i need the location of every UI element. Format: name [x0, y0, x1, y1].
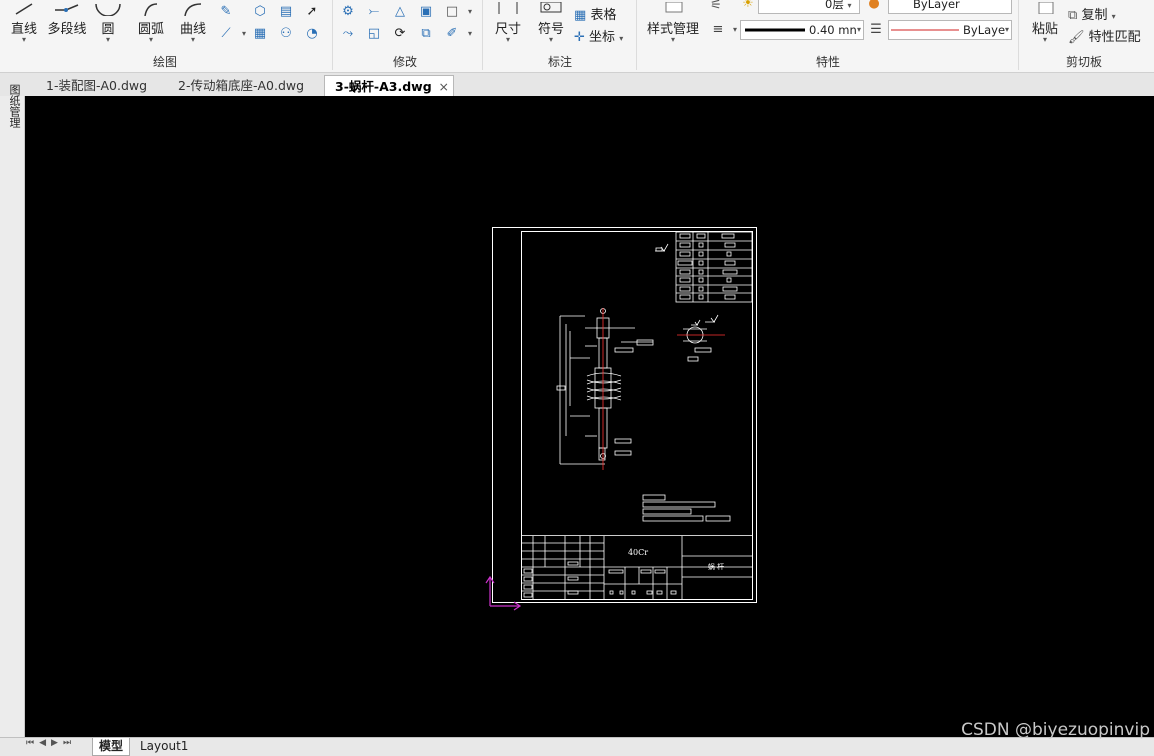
group-divider: [482, 0, 483, 70]
group-divider: [636, 0, 637, 70]
circle-icon: [95, 3, 121, 16]
symbol-button[interactable]: 符号 ▾: [534, 2, 568, 44]
dimension-icon: [498, 2, 518, 14]
move-icon[interactable]: ⚙: [340, 4, 356, 20]
draw-group-label: 绘图: [152, 55, 177, 69]
lightbulb-icon[interactable]: ☀: [740, 0, 756, 12]
style-manager-button[interactable]: 样式管理 ▾: [642, 2, 704, 44]
trim-icon[interactable]: ⤚: [366, 4, 382, 20]
chevron-down-icon: ▾: [1111, 12, 1116, 21]
style-manager-icon: [665, 2, 683, 13]
color-wheel-icon[interactable]: ●: [866, 0, 882, 12]
polyline-icon: [55, 4, 79, 12]
scale-icon[interactable]: ◱: [366, 26, 382, 42]
array-icon[interactable]: ▣: [418, 4, 434, 20]
chevron-down-icon: ▾: [856, 25, 861, 34]
mirror-icon[interactable]: △: [392, 4, 408, 20]
group-divider: [1018, 0, 1019, 70]
tab-base[interactable]: 2-传动箱底座-A0.dwg: [168, 75, 314, 96]
line-icon: [15, 3, 33, 15]
chevron-down-icon: ▾: [847, 1, 852, 10]
lineweight-sample-icon: [745, 28, 805, 32]
ucs-icon: [485, 575, 522, 611]
dimension-button[interactable]: 尺寸 ▾: [492, 2, 524, 44]
polyline-button[interactable]: 多段线: [44, 2, 90, 37]
tab-model[interactable]: 模型: [92, 738, 131, 756]
rectangle-icon[interactable]: □: [444, 4, 460, 20]
worm-shaft-view: [556, 308, 654, 465]
construction-line-icon[interactable]: ⟋: [218, 26, 234, 42]
tab-worm[interactable]: 3-蜗杆-A3.dwg ×: [324, 75, 454, 97]
material-text: 40Cr: [628, 548, 648, 557]
drawing-frame: [521, 231, 753, 600]
layer-dropdown[interactable]: 0层 ▾: [758, 0, 860, 14]
sheet-border: [492, 227, 757, 603]
chevron-down-icon: ▾: [105, 35, 110, 44]
edit-icon[interactable]: ✐: [444, 26, 460, 42]
watermark: CSDN @biyezuopinvip: [961, 720, 1150, 740]
tab-assembly[interactable]: 1-装配图-A0.dwg: [36, 75, 157, 96]
document-tabs: 1-装配图-A0.dwg 2-传动箱底座-A0.dwg 3-蜗杆-A3.dwg …: [0, 73, 1154, 97]
left-sidebar: 图纸管理: [0, 84, 25, 738]
layer-properties-icon[interactable]: ⚟: [708, 0, 724, 14]
rotate-icon[interactable]: ⟳: [392, 26, 408, 42]
properties-group-label: 特性: [815, 55, 840, 69]
chevron-down-icon: ▾: [1004, 25, 1009, 34]
group-icon[interactable]: ⚇: [278, 26, 294, 42]
annotate-group-label: 标注: [547, 55, 572, 69]
coordinate-button[interactable]: ✛ 坐标 ▾: [574, 26, 623, 45]
linetype-sample-icon: [891, 29, 959, 31]
pencil-icon[interactable]: ✎: [218, 4, 234, 20]
circle-button[interactable]: 圆 ▾: [92, 2, 124, 44]
close-icon[interactable]: ×: [439, 76, 449, 97]
technical-requirements: [642, 494, 731, 522]
pointer-icon[interactable]: ➚: [304, 4, 320, 20]
paste-icon: [1038, 2, 1054, 14]
coordinate-icon: ✛: [574, 30, 585, 45]
brush-icon: 🖌: [1068, 30, 1085, 45]
stretch-icon[interactable]: ⤳: [340, 26, 356, 42]
linetype-dropdown[interactable]: ByLaye ▾: [888, 20, 1012, 40]
symbol-icon: [540, 2, 562, 13]
wipeout-icon[interactable]: ◔: [304, 26, 320, 42]
drawing-svg: 40Cr 蜗 杆: [485, 227, 757, 611]
paste-button[interactable]: 粘贴 ▾: [1026, 2, 1064, 44]
chevron-down-icon[interactable]: ▾: [462, 26, 478, 42]
table-icon: ▦: [574, 8, 587, 23]
group-divider: [332, 0, 333, 70]
roughness-symbol: [655, 243, 669, 252]
chevron-down-icon[interactable]: ▾: [236, 26, 252, 42]
table-button[interactable]: ▦ 表格: [574, 4, 616, 23]
copy-object-icon[interactable]: ⧉: [418, 26, 434, 42]
lineweight-dropdown[interactable]: 0.40 mn ▾: [740, 20, 864, 40]
part-name-text: 蜗 杆: [708, 562, 724, 571]
arc-button[interactable]: 圆弧 ▾: [132, 2, 170, 44]
color-dropdown[interactable]: ByLayer: [888, 0, 1012, 14]
sheet-manager-panel-label[interactable]: 图纸管理: [4, 84, 21, 128]
ribbon: 直线 ▾ 多段线 圆 ▾ 圆弧 ▾ 曲线 ▾ ✎ ⟋ ▾ ⬡ ▦ ▤ ⚇ ➚ ◔…: [0, 0, 1154, 73]
section-view: [683, 314, 719, 362]
copy-button[interactable]: ⧉ 复制 ▾: [1068, 4, 1116, 23]
hatch-icon[interactable]: ▦: [252, 26, 268, 42]
drawing-canvas[interactable]: 40Cr 蜗 杆: [25, 96, 1154, 737]
curve-button[interactable]: 曲线 ▾: [174, 2, 212, 44]
arc-icon: [144, 3, 158, 16]
chevron-down-icon: ▾: [619, 34, 624, 43]
linetype-icon[interactable]: ☰: [868, 22, 884, 38]
tab-layout1[interactable]: Layout1: [134, 738, 194, 755]
line-button[interactable]: 直线 ▾: [4, 2, 44, 44]
copy-icon: ⧉: [1068, 8, 1078, 23]
clipboard-group-label: 剪切板: [1065, 55, 1102, 69]
region-icon[interactable]: ▤: [278, 4, 294, 20]
curve-icon: [184, 3, 202, 16]
match-properties-button[interactable]: 🖌 特性匹配: [1068, 26, 1141, 45]
modify-group-label: 修改: [392, 55, 417, 69]
chevron-down-icon[interactable]: ▾: [462, 4, 478, 20]
parameter-table: [675, 231, 753, 303]
layout-nav-arrows-icon[interactable]: ⏮◀▶⏭: [26, 738, 76, 748]
boundary-icon[interactable]: ⬡: [252, 4, 268, 20]
lineweight-icon[interactable]: ≡: [710, 22, 726, 38]
